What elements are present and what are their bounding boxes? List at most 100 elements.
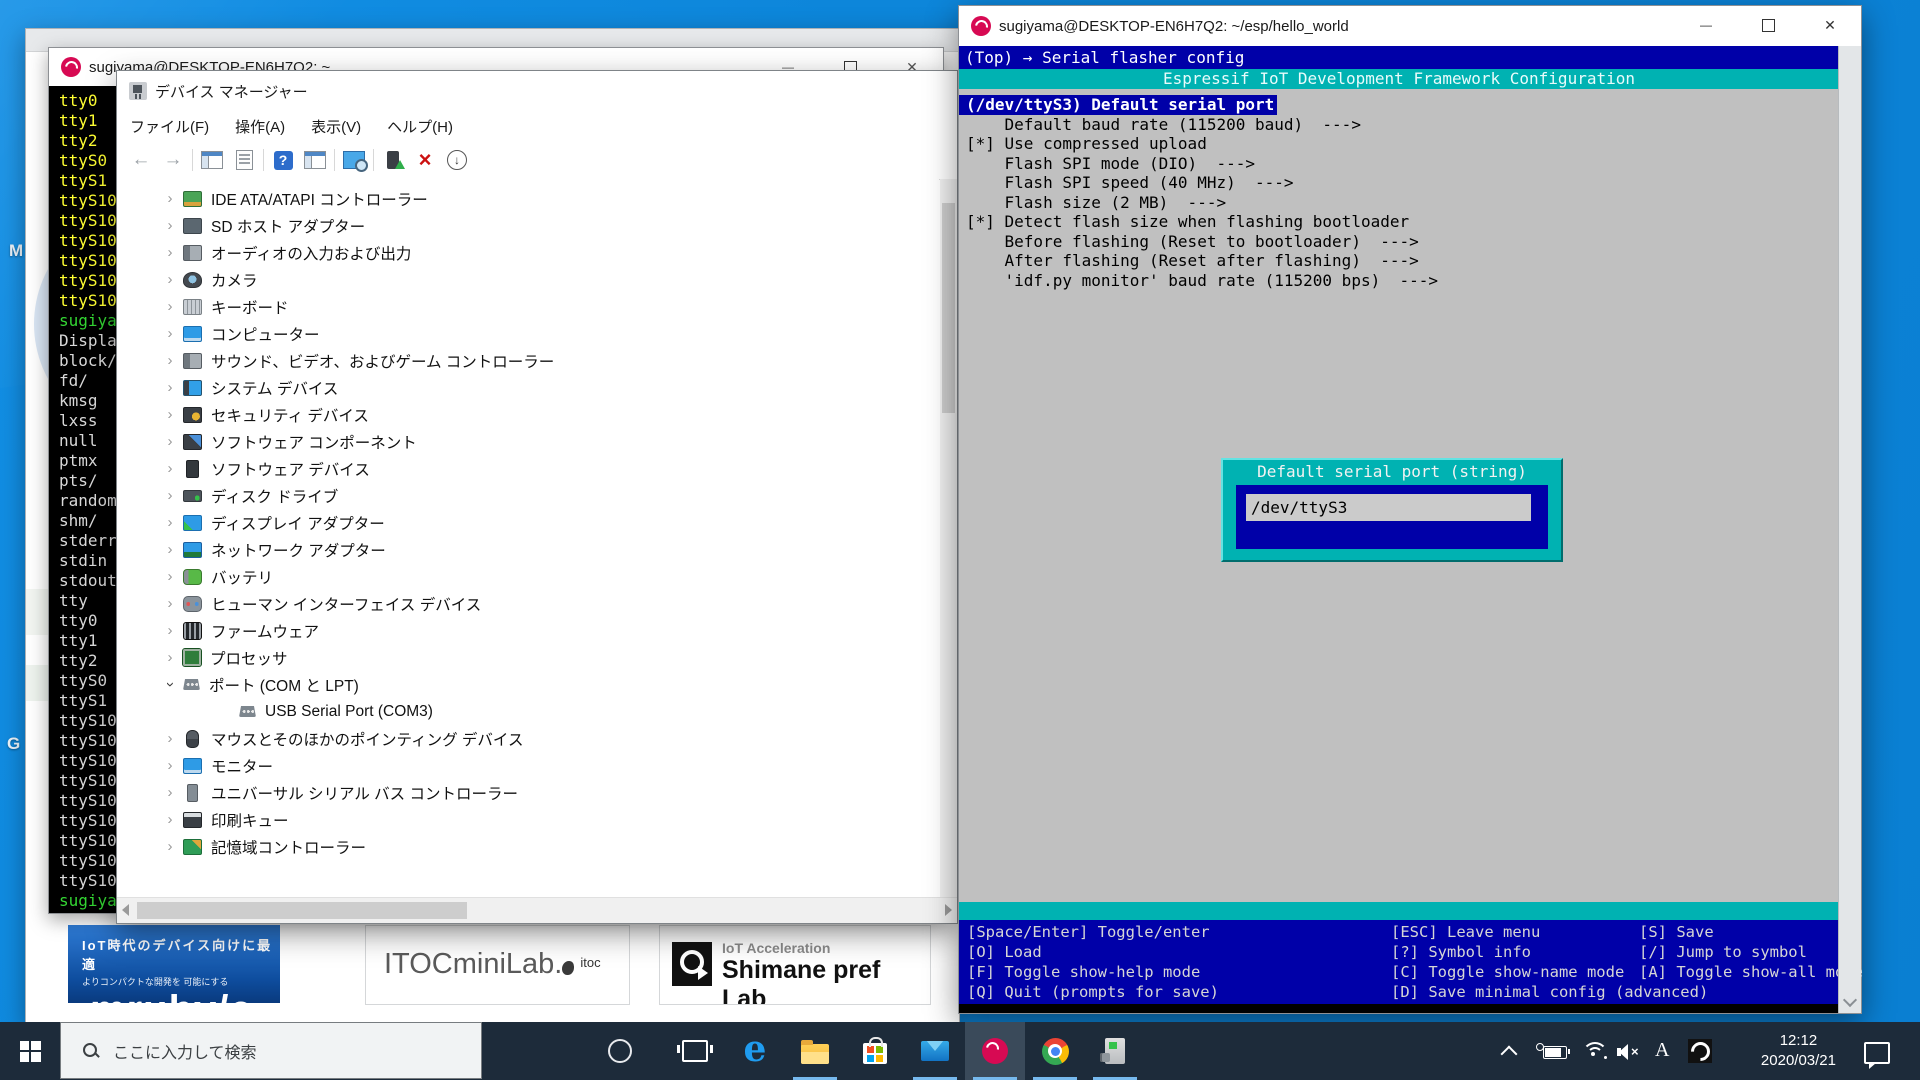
- scroll-left-arrow-icon[interactable]: [122, 904, 129, 916]
- device-tree-row[interactable]: プロセッサ: [117, 644, 939, 671]
- menu-item[interactable]: Flash SPI speed (40 MHz) --->: [959, 173, 1839, 193]
- taskbar-edge-button[interactable]: e: [725, 1022, 785, 1080]
- chevron-icon[interactable]: [213, 703, 239, 720]
- cortana-button[interactable]: [590, 1022, 650, 1080]
- ime-mode-letter[interactable]: A: [1655, 1039, 1669, 1062]
- device-tree-row[interactable]: IDE ATA/ATAPI コントローラー: [117, 185, 939, 212]
- device-tree-row[interactable]: マウスとそのほかのポインティング デバイス: [117, 725, 939, 752]
- chevron-icon[interactable]: [157, 217, 183, 234]
- back-button[interactable]: ←: [125, 145, 157, 175]
- chevron-icon[interactable]: [157, 433, 183, 450]
- menu-item[interactable]: ヘルプ(H): [374, 116, 466, 137]
- serial-port-input[interactable]: /dev/ttyS3: [1246, 494, 1531, 521]
- chevron-icon[interactable]: [157, 352, 183, 369]
- menu-item[interactable]: Flash size (2 MB) --->: [959, 193, 1839, 213]
- taskbar-debian-terminal-button[interactable]: [965, 1022, 1025, 1080]
- chevron-icon[interactable]: [157, 406, 183, 423]
- menu-item[interactable]: After flashing (Reset after flashing) --…: [959, 251, 1839, 271]
- forward-button[interactable]: →: [157, 145, 189, 175]
- chevron-icon[interactable]: [157, 271, 183, 288]
- chevron-icon[interactable]: [157, 514, 183, 531]
- taskbar-store-button[interactable]: [845, 1022, 905, 1080]
- menu-item[interactable]: ファイル(F): [117, 116, 222, 137]
- start-button[interactable]: [0, 1022, 60, 1080]
- device-tree-row[interactable]: SD ホスト アダプター: [117, 212, 939, 239]
- menu-item[interactable]: 'idf.py monitor' baud rate (115200 bps) …: [959, 271, 1839, 291]
- scan-hardware-changes-button[interactable]: [338, 145, 370, 175]
- action-center-icon[interactable]: [1864, 1042, 1890, 1064]
- export-list-button[interactable]: [299, 145, 331, 175]
- horizontal-scrollbar[interactable]: [117, 897, 957, 923]
- properties-button[interactable]: [228, 145, 260, 175]
- device-tree-row[interactable]: カメラ: [117, 266, 939, 293]
- clock[interactable]: 12:12 2020/03/21: [1761, 1031, 1836, 1071]
- chevron-icon[interactable]: [157, 298, 183, 315]
- chevron-icon[interactable]: [157, 622, 183, 639]
- scroll-down-arrow-icon[interactable]: [1843, 993, 1857, 1007]
- chevron-icon[interactable]: [157, 568, 183, 585]
- selected-menu-item[interactable]: (/dev/ttyS3) Default serial port: [959, 95, 1277, 115]
- taskbar-file-explorer-button[interactable]: [785, 1022, 845, 1080]
- device-manager-titlebar[interactable]: デバイス マネージャー: [117, 71, 957, 111]
- taskbar-search[interactable]: ここに入力して検索: [60, 1022, 482, 1079]
- chevron-icon[interactable]: [157, 541, 183, 558]
- taskbar-chrome-button[interactable]: [1025, 1022, 1085, 1080]
- device-tree-row[interactable]: セキュリティ デバイス: [117, 401, 939, 428]
- device-tree-row[interactable]: ヒューマン インターフェイス デバイス: [117, 590, 939, 617]
- menu-item[interactable]: Default baud rate (115200 baud) --->: [959, 115, 1839, 135]
- battery-icon[interactable]: [1543, 1046, 1567, 1059]
- chevron-icon[interactable]: [157, 487, 183, 504]
- device-tree-row[interactable]: キーボード: [117, 293, 939, 320]
- device-tree-row[interactable]: ソフトウェア デバイス: [117, 455, 939, 482]
- wifi-icon[interactable]: [1582, 1042, 1606, 1060]
- menu-item[interactable]: 表示(V): [298, 116, 374, 137]
- menu-item-selected-row[interactable]: (/dev/ttyS3) Default serial port: [959, 95, 1839, 115]
- show-console-tree-button[interactable]: [196, 145, 228, 175]
- menu-item[interactable]: 操作(A): [222, 116, 298, 137]
- serial-port-value[interactable]: /dev/ttyS3: [1246, 494, 1531, 521]
- device-tree-row[interactable]: ネットワーク アダプター: [117, 536, 939, 563]
- menuconfig-titlebar[interactable]: sugiyama@DESKTOP-EN6H7Q2: ~/esp/hello_wo…: [959, 6, 1861, 46]
- device-tree-row[interactable]: システム デバイス: [117, 374, 939, 401]
- chevron-icon[interactable]: [157, 784, 183, 801]
- scrollbar-thumb[interactable]: [942, 203, 955, 413]
- scroll-right-arrow-icon[interactable]: [945, 904, 952, 916]
- device-tree-row[interactable]: ファームウェア: [117, 617, 939, 644]
- chevron-icon[interactable]: [157, 244, 183, 261]
- volume-muted-icon[interactable]: ×: [1617, 1044, 1643, 1060]
- maximize-button[interactable]: [1737, 6, 1799, 44]
- device-tree-row[interactable]: ソフトウェア コンポーネント: [117, 428, 939, 455]
- chevron-icon[interactable]: [157, 649, 183, 666]
- device-tree-row[interactable]: 印刷キュー: [117, 806, 939, 833]
- device-tree-row[interactable]: バッテリ: [117, 563, 939, 590]
- device-tree-row[interactable]: サウンド、ビデオ、およびゲーム コントローラー: [117, 347, 939, 374]
- tray-overflow-chevron-icon[interactable]: [1501, 1046, 1518, 1063]
- chevron-icon[interactable]: [157, 757, 183, 774]
- menu-item[interactable]: Flash SPI mode (DIO) --->: [959, 154, 1839, 174]
- taskbar-mail-button[interactable]: [905, 1022, 965, 1080]
- minimize-button[interactable]: [1675, 6, 1737, 44]
- chevron-icon[interactable]: [157, 595, 183, 612]
- device-tree-row[interactable]: USB Serial Port (COM3): [117, 698, 939, 725]
- menu-item[interactable]: [*] Use compressed upload: [959, 134, 1839, 154]
- scrollbar-thumb[interactable]: [137, 902, 467, 919]
- chevron-icon[interactable]: [157, 730, 183, 747]
- chevron-icon[interactable]: [157, 460, 183, 477]
- device-tree-row[interactable]: ユニバーサル シリアル バス コントローラー: [117, 779, 939, 806]
- chevron-icon[interactable]: [157, 379, 183, 396]
- device-tree-row[interactable]: ディスプレイ アダプター: [117, 509, 939, 536]
- close-button[interactable]: [1799, 6, 1861, 44]
- disable-device-button[interactable]: ↓: [441, 145, 473, 175]
- chevron-icon[interactable]: [157, 811, 183, 828]
- vertical-scrollbar[interactable]: [1838, 46, 1861, 1013]
- chevron-icon[interactable]: [157, 325, 183, 342]
- menu-item[interactable]: Before flashing (Reset to bootloader) --…: [959, 232, 1839, 252]
- device-tree-row[interactable]: オーディオの入力および出力: [117, 239, 939, 266]
- device-tree-row[interactable]: ポート (COM と LPT): [117, 671, 939, 698]
- chevron-icon[interactable]: [157, 190, 183, 207]
- help-button[interactable]: ?: [267, 145, 299, 175]
- task-view-button[interactable]: [665, 1022, 725, 1080]
- device-tree-row[interactable]: モニター: [117, 752, 939, 779]
- chevron-icon[interactable]: [157, 838, 183, 855]
- uninstall-device-button[interactable]: ×: [409, 145, 441, 175]
